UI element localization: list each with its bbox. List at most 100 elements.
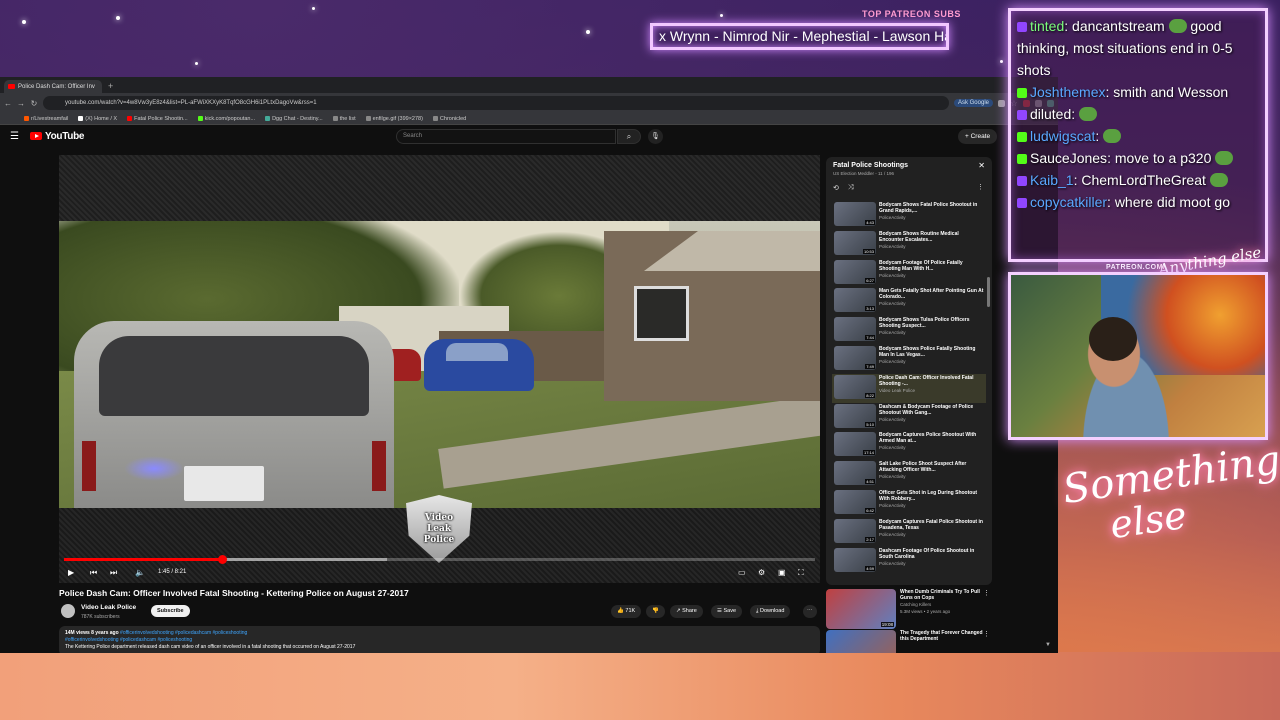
search-button[interactable]: ⌕	[617, 129, 641, 144]
bookmark-item[interactable]: kick.com/popoutan...	[197, 116, 255, 122]
browser-tab[interactable]: Police Dash Cam: Officer Inv	[4, 80, 102, 93]
playlist-item-title[interactable]: Police Dash Cam: Officer Involved Fatal …	[879, 375, 984, 387]
settings-gear-icon[interactable]: ⚙	[758, 568, 765, 578]
reload-icon[interactable]: ↻	[30, 99, 38, 108]
bookmark-item[interactable]: r/Livestreamfail	[24, 116, 68, 122]
playlist-menu-icon[interactable]: ⋮	[977, 183, 984, 191]
video-player[interactable]: Video Leak Police	[59, 155, 820, 583]
recommendation-thumbnail[interactable]: 19:08	[826, 589, 896, 629]
dislike-button[interactable]: 👎	[646, 605, 665, 618]
playlist-title[interactable]: Fatal Police Shootings	[833, 162, 985, 169]
playlist-item[interactable]: 5:10 Dashcam & Bodycam Footage of Police …	[832, 403, 986, 432]
playlist-thumbnail[interactable]: 5:10	[834, 403, 876, 428]
playlist-item-title[interactable]: Dashcam Footage Of Police Shootout in So…	[879, 548, 984, 560]
bookmark-item[interactable]: the list	[332, 116, 356, 122]
recommendation-title[interactable]: The Tragedy that Forever Changed this De…	[900, 630, 992, 642]
bookmark-item[interactable]: (X) Home / X	[78, 116, 117, 122]
description-box[interactable]: 14M views 8 years ago #officerinvolvedsh…	[59, 626, 820, 653]
playlist-item[interactable]: 2:17 Bodycam Captures Fatal Police Shooto…	[832, 518, 986, 547]
youtube-logo[interactable]: YouTube	[30, 131, 85, 142]
desc-tags[interactable]: #officerinvolvedshooting #policedashcam …	[65, 637, 814, 644]
playlist-item-title[interactable]: Bodycam Shows Police Fatally Shooting Ma…	[879, 346, 984, 358]
chat-username[interactable]: ludwigscat	[1030, 128, 1095, 144]
playlist-thumbnail[interactable]: 4:51	[834, 461, 876, 486]
address-bar[interactable]: youtube.com/watch?v=4w8Vw3yE8z4&list=PL-…	[43, 96, 949, 110]
share-button[interactable]: ↗ Share	[670, 605, 703, 618]
new-tab-icon[interactable]: +	[108, 80, 113, 93]
menu-icon[interactable]: ☰	[10, 131, 24, 142]
playlist-thumbnail[interactable]: 4:59	[834, 547, 876, 572]
chat-username[interactable]: diluted	[1030, 106, 1071, 122]
playlist-item[interactable]: 4:43 Bodycam Shows Fatal Police Shootout …	[832, 201, 986, 230]
playlist-item[interactable]: 4:59 Dashcam Footage Of Police Shootout i…	[832, 547, 986, 576]
playlist-item-title[interactable]: Bodycam Footage Of Police Fatally Shooti…	[879, 260, 984, 272]
bookmark-item[interactable]: enfilge.gif (399×278)	[365, 116, 423, 122]
playlist-item[interactable]: 6:42 Officer Gets Shot in Leg During Shoo…	[832, 489, 986, 518]
playlist-scrollbar[interactable]	[987, 277, 990, 307]
playlist-thumbnail[interactable]: 17:14	[834, 432, 876, 457]
download-button[interactable]: ⤓ Download	[750, 605, 791, 618]
playlist-thumbnail[interactable]: 6:42	[834, 489, 876, 514]
subscribe-button[interactable]: Subscribe	[151, 605, 190, 617]
channel-name[interactable]: Video Leak Police	[81, 604, 136, 611]
chat-username[interactable]: Joshthemex	[1030, 84, 1105, 100]
shuffle-icon[interactable]: ⤨	[848, 184, 854, 192]
loop-icon[interactable]: ⟲	[833, 184, 839, 192]
more-icon[interactable]: ⋮	[983, 630, 990, 638]
recommendation-item[interactable]: The Tragedy that Forever Changed this De…	[826, 630, 992, 653]
desc-tags[interactable]: #officerinvolvedshooting #policedashcam …	[120, 630, 247, 636]
playlist-thumbnail[interactable]: 2:17	[834, 518, 876, 543]
ask-google-button[interactable]: Ask Google	[953, 99, 993, 107]
captions-icon[interactable]: ▭	[738, 568, 746, 578]
playlist-item-title[interactable]: Officer Gets Shot in Leg During Shootout…	[879, 490, 984, 502]
playlist-item-title[interactable]: Bodycam Shows Fatal Police Shootout in G…	[879, 202, 984, 214]
fullscreen-icon[interactable]: ⛶	[798, 568, 804, 578]
playlist-item[interactable]: 4:51 Salt Lake Police Shoot Suspect After…	[832, 460, 986, 489]
playlist-thumbnail[interactable]: 6:27	[834, 259, 876, 284]
more-icon[interactable]: ⋮	[983, 589, 990, 597]
save-button[interactable]: ☰ Save	[711, 605, 743, 618]
voice-search-icon[interactable]: 🎙	[648, 129, 663, 144]
chat-username[interactable]: Kaib_1	[1030, 172, 1074, 188]
playlist-thumbnail[interactable]: 3:13	[834, 288, 876, 313]
playlist-thumbnail[interactable]: 8:22	[834, 374, 876, 399]
create-button[interactable]: + Create	[958, 129, 998, 144]
playlist-item[interactable]: 7:44 Bodycam Shows Tulsa Police Officers …	[832, 316, 986, 345]
playlist-item[interactable]: 17:14 Bodycam Captures Police Shootout Wi…	[832, 431, 986, 460]
playlist-item[interactable]: 7:49 Bodycam Shows Police Fatally Shootin…	[832, 345, 986, 374]
recommendation-title[interactable]: When Dumb Criminals Try To Pull Guns on …	[900, 589, 992, 601]
playlist-item[interactable]: 6:27 Bodycam Footage Of Police Fatally Sh…	[832, 259, 986, 288]
search-input[interactable]: Search	[396, 129, 616, 144]
play-icon[interactable]: ▶	[68, 568, 74, 578]
forward-arrow-icon[interactable]: →	[17, 99, 25, 108]
playlist-thumbnail[interactable]: 4:43	[834, 202, 876, 226]
bookmark-item[interactable]: Dgg Chat - Destiny...	[265, 116, 323, 122]
playlist-item-title[interactable]: Dashcam & Bodycam Footage of Police Shoo…	[879, 404, 984, 416]
previous-icon[interactable]: ⏮	[90, 568, 97, 578]
recommendation-item[interactable]: 19:08 When Dumb Criminals Try To Pull Gu…	[826, 589, 992, 629]
volume-icon[interactable]: 🔈	[135, 568, 145, 578]
bookmark-item[interactable]: Fatal Police Shootin...	[127, 116, 188, 122]
scroll-down-icon[interactable]: ▼	[1045, 642, 1051, 648]
playlist-item-title[interactable]: Bodycam Captures Police Shootout With Ar…	[879, 432, 984, 444]
chat-username[interactable]: SauceJones	[1030, 150, 1107, 166]
playlist-item-title[interactable]: Bodycam Shows Routine Medical Encounter …	[879, 231, 984, 243]
close-icon[interactable]: ✕	[978, 161, 985, 170]
more-actions-icon[interactable]: ⋯	[803, 605, 817, 618]
playlist-thumbnail[interactable]: 7:44	[834, 317, 876, 342]
extension-icon[interactable]	[998, 99, 1005, 107]
next-icon[interactable]: ⏭	[110, 568, 117, 578]
miniplayer-icon[interactable]: ▣	[778, 568, 786, 578]
playlist-item-title[interactable]: Bodycam Shows Tulsa Police Officers Shoo…	[879, 317, 984, 329]
progress-bar[interactable]	[64, 555, 815, 564]
bookmark-item[interactable]: Chronicled	[432, 116, 466, 122]
playlist-item-title[interactable]: Man Gets Fatally Shot After Pointing Gun…	[879, 288, 984, 300]
playlist-item[interactable]: 3:13 Man Gets Fatally Shot After Pointing…	[832, 287, 986, 316]
channel-avatar[interactable]	[61, 604, 75, 618]
playlist-item-title[interactable]: Bodycam Captures Fatal Police Shootout i…	[879, 519, 984, 531]
playlist-item-title[interactable]: Salt Lake Police Shoot Suspect After Att…	[879, 461, 984, 473]
chat-username[interactable]: tinted	[1030, 18, 1064, 34]
recommendation-thumbnail[interactable]	[826, 630, 896, 653]
playlist-item[interactable]: 8:22 Police Dash Cam: Officer Involved Fa…	[832, 373, 986, 403]
like-button[interactable]: 👍 71K	[611, 605, 642, 618]
